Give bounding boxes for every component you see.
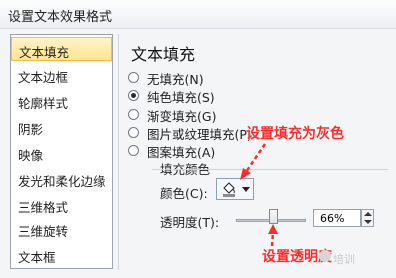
arrow-to-color: [244, 143, 267, 173]
arrowhead-color: [240, 168, 251, 180]
watermark-logo-icon: [319, 250, 331, 262]
arrow-to-slider: [270, 231, 275, 247]
arrowhead-slider: [268, 224, 278, 234]
watermark-text: 培训: [333, 253, 355, 266]
annotation-set-gray: 设置填充为灰色: [246, 126, 344, 142]
